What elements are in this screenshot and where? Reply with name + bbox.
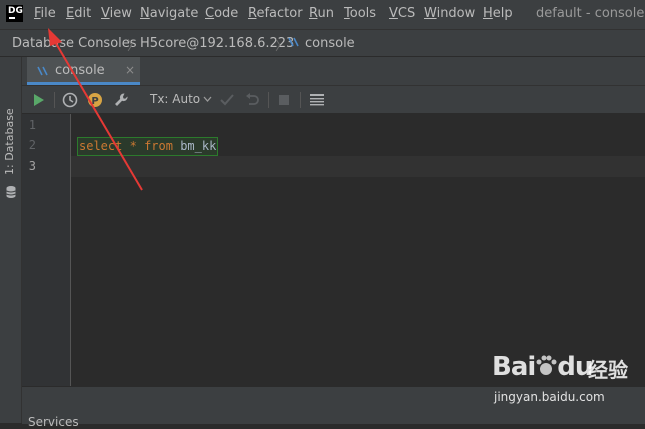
sql-editor[interactable]: 1 2 3 select * from bm_kk — [22, 114, 645, 386]
menu-view[interactable]: View — [101, 6, 132, 21]
menu-vcs[interactable]: VCS — [389, 6, 415, 21]
tab-console[interactable]: console × — [27, 57, 140, 85]
line-number: 2 — [28, 138, 36, 152]
chevron-down-icon — [203, 96, 212, 102]
menu-code[interactable]: Code — [205, 6, 238, 21]
breadcrumb-database-consoles[interactable]: Database Consoles — [12, 36, 137, 51]
watermark-url: jingyan.baidu.com — [494, 390, 605, 404]
watermark-brand: Bai du — [492, 352, 593, 382]
toolbar-separator — [300, 92, 301, 108]
console-toolbar: P Tx: Auto — [22, 85, 645, 114]
line-number: 1 — [28, 118, 36, 132]
menu-edit[interactable]: Edit — [66, 6, 91, 21]
breadcrumb-datasource[interactable]: H5core@192.168.6.223 — [140, 36, 294, 51]
sql-table-name: bm_kk — [180, 139, 217, 153]
toolbar-separator — [54, 92, 55, 108]
history-clock-icon[interactable] — [61, 91, 79, 109]
console-icon — [37, 66, 48, 76]
current-line-highlight — [71, 156, 645, 177]
sql-star: * — [129, 139, 137, 153]
menu-window[interactable]: Window — [424, 6, 475, 21]
svg-text:P: P — [91, 96, 98, 107]
chevron-right-icon: 〉 — [127, 39, 141, 54]
menu-help[interactable]: Help — [483, 6, 513, 21]
sql-statement: select * from bm_kk — [77, 137, 219, 156]
sql-keyword-select: select — [79, 139, 123, 153]
database-icon — [6, 186, 16, 198]
menu-file[interactable]: File — [34, 6, 56, 21]
menu-tools[interactable]: Tools — [344, 6, 376, 21]
close-icon[interactable]: × — [125, 63, 135, 77]
toolbar-separator — [268, 92, 269, 108]
rollback-icon — [246, 93, 259, 105]
menu-navigate[interactable]: Navigate — [140, 6, 198, 21]
table-output-icon[interactable] — [308, 91, 326, 109]
execute-play-icon[interactable] — [30, 91, 48, 109]
watermark-cn: 经验 — [588, 358, 628, 382]
menu-run[interactable]: Run — [309, 6, 334, 21]
menu-refactor[interactable]: Refactor — [248, 6, 303, 21]
paw-icon — [536, 355, 557, 375]
left-tool-strip: 1: Database — [0, 57, 22, 423]
sql-keyword-from: from — [144, 139, 173, 153]
menu-bar: DG File Edit View Navigate Code Refactor… — [0, 0, 645, 29]
stop-icon — [279, 95, 289, 105]
transaction-mode-dropdown[interactable]: Tx: Auto — [150, 92, 212, 106]
console-icon — [287, 35, 301, 53]
baidu-jingyan-watermark: Bai du 经验 jingyan.baidu.com — [492, 352, 642, 410]
line-number-gutter: 1 2 3 — [22, 114, 71, 386]
services-tool-window-button[interactable]: Services — [28, 415, 79, 429]
line-number: 3 — [28, 159, 36, 173]
breadcrumb: Database Consoles 〉 H5core@192.168.6.223… — [0, 29, 645, 57]
window-title: default - console — [536, 6, 645, 21]
database-tool-window-button[interactable]: 1: Database — [3, 108, 16, 175]
tx-mode-label: Tx: Auto — [150, 92, 201, 106]
breadcrumb-console[interactable]: console — [305, 36, 355, 51]
settings-wrench-icon[interactable] — [112, 91, 130, 109]
datagrip-logo-icon: DG — [6, 5, 23, 22]
parameters-p-icon[interactable]: P — [86, 91, 104, 109]
tab-label: console — [55, 63, 105, 78]
commit-check-icon — [220, 94, 234, 106]
editor-tab-bar: console × — [22, 57, 645, 85]
